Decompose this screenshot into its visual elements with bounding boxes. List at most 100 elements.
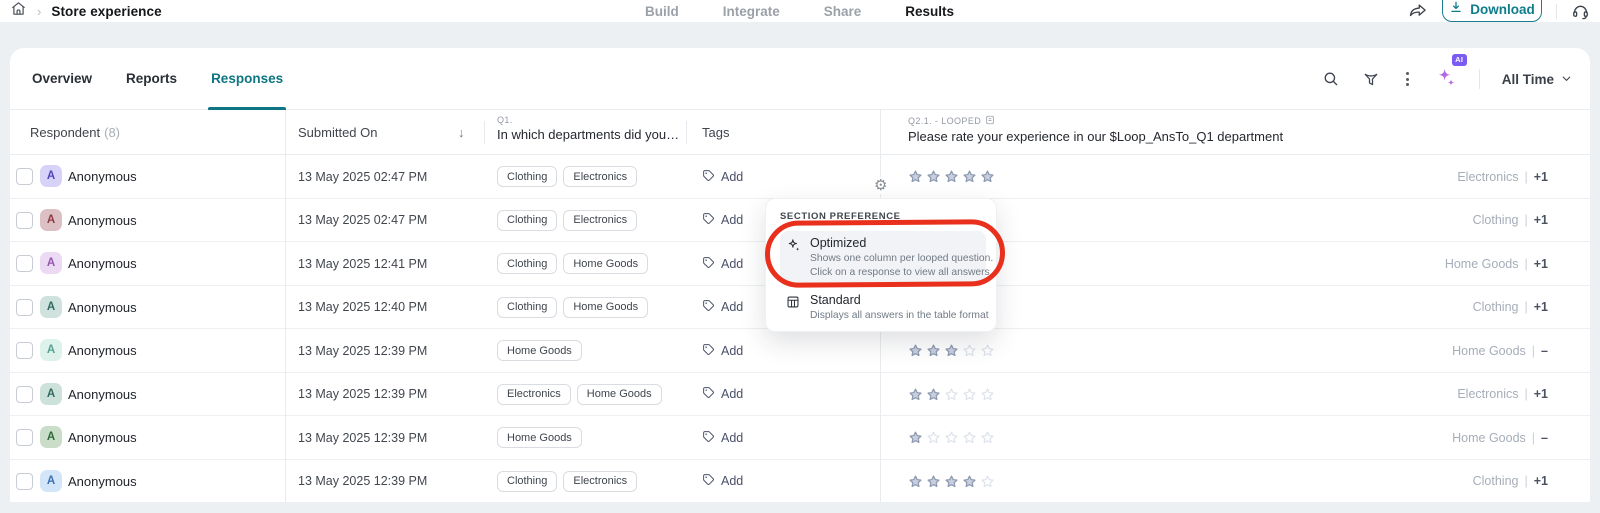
popup-option-optimized[interactable]: OptimizedShows one column per looped que… xyxy=(780,231,986,286)
table-row[interactable]: AAnonymous13 May 2025 12:39 PMHome Goods… xyxy=(10,329,1590,373)
tab-overview[interactable]: Overview xyxy=(32,48,92,110)
department-chip: Electronics xyxy=(563,210,637,231)
row-checkbox[interactable] xyxy=(16,212,33,229)
avatar: A xyxy=(40,296,62,318)
results-card: Overview Reports Responses AI All Time xyxy=(10,48,1590,503)
breadcrumb-separator-icon: › xyxy=(37,4,41,19)
avatar: A xyxy=(40,165,62,187)
share-icon[interactable] xyxy=(1408,1,1428,21)
row-checkbox[interactable] xyxy=(16,429,33,446)
department-chips: Home Goods xyxy=(497,329,582,373)
looped-answer-cell[interactable]: Clothing|+1 xyxy=(1473,199,1548,243)
avatar: A xyxy=(40,339,62,361)
answer-extra-count: +1 xyxy=(1534,474,1548,488)
looped-answer-cell[interactable]: Home Goods|+1 xyxy=(1445,242,1548,286)
more-options-icon[interactable] xyxy=(1402,70,1413,88)
department-chip: Home Goods xyxy=(563,297,648,318)
tab-reports[interactable]: Reports xyxy=(126,48,177,110)
column-tags: Tags xyxy=(702,110,729,155)
row-checkbox[interactable] xyxy=(16,342,33,359)
rating-stars[interactable] xyxy=(908,416,995,460)
looped-answer-cell[interactable]: Electronics|+1 xyxy=(1457,155,1548,199)
department-chip: Home Goods xyxy=(497,427,582,448)
row-checkbox[interactable] xyxy=(16,168,33,185)
toolbar-divider xyxy=(1479,69,1480,89)
filter-icon[interactable] xyxy=(1362,70,1380,88)
looped-answer-cell[interactable]: Clothing|+1 xyxy=(1473,460,1548,504)
add-tag-button[interactable]: Add xyxy=(702,242,743,286)
department-chips: ClothingHome Goods xyxy=(497,242,648,286)
department-chip: Electronics xyxy=(563,471,637,492)
table-row[interactable]: AAnonymous13 May 2025 12:39 PMHome Goods… xyxy=(10,416,1590,460)
topbar-actions: Download xyxy=(1408,0,1590,22)
search-icon[interactable] xyxy=(1322,70,1340,88)
chevron-down-icon xyxy=(1561,72,1572,87)
rating-stars[interactable] xyxy=(908,460,995,504)
department-chips: ClothingElectronics xyxy=(497,155,637,199)
department-chips: Home Goods xyxy=(497,416,582,460)
submitted-on-value: 13 May 2025 12:39 PM xyxy=(298,373,427,417)
submitted-on-value: 13 May 2025 12:39 PM xyxy=(298,416,427,460)
tag-icon xyxy=(702,343,715,359)
add-tag-button[interactable]: Add xyxy=(702,199,743,243)
add-tag-button[interactable]: Add xyxy=(702,286,743,330)
answer-label: Clothing xyxy=(1473,213,1519,227)
avatar: A xyxy=(40,426,62,448)
popup-option-standard[interactable]: StandardDisplays all answers in the tabl… xyxy=(780,288,986,329)
row-checkbox[interactable] xyxy=(16,255,33,272)
department-chip: Home Goods xyxy=(563,253,648,274)
column-respondent: Respondent (8) xyxy=(30,110,120,155)
add-tag-label: Add xyxy=(721,474,743,488)
table-row[interactable]: AAnonymous13 May 2025 12:39 PMElectronic… xyxy=(10,373,1590,417)
add-tag-button[interactable]: Add xyxy=(702,329,743,373)
add-tag-label: Add xyxy=(721,300,743,314)
row-checkbox[interactable] xyxy=(16,299,33,316)
submitted-on-value: 13 May 2025 02:47 PM xyxy=(298,199,427,243)
rating-stars[interactable] xyxy=(908,155,995,199)
time-filter-dropdown[interactable]: All Time xyxy=(1502,72,1572,87)
nav-integrate[interactable]: Integrate xyxy=(723,4,780,19)
department-chip: Clothing xyxy=(497,471,557,492)
option-label: Standard xyxy=(810,293,980,307)
looped-icon xyxy=(985,115,995,127)
answer-label: Electronics xyxy=(1457,387,1518,401)
row-checkbox[interactable] xyxy=(16,473,33,490)
ai-insights-icon[interactable]: AI xyxy=(1435,66,1457,93)
nav-build[interactable]: Build xyxy=(645,4,679,19)
row-checkbox[interactable] xyxy=(16,386,33,403)
table-header: Respondent (8) Submitted On ↓ Q1. In whi… xyxy=(10,110,1590,155)
add-tag-button[interactable]: Add xyxy=(702,416,743,460)
looped-answer-cell[interactable]: Home Goods|– xyxy=(1452,329,1548,373)
home-icon[interactable] xyxy=(10,0,27,22)
tab-responses[interactable]: Responses xyxy=(211,48,283,110)
answer-extra-count: +1 xyxy=(1534,257,1548,271)
topbar-nav: Build Integrate Share Results xyxy=(645,0,954,22)
tag-icon xyxy=(702,386,715,402)
nav-results[interactable]: Results xyxy=(905,4,954,19)
looped-answer-cell[interactable]: Clothing|+1 xyxy=(1473,286,1548,330)
add-tag-button[interactable]: Add xyxy=(702,373,743,417)
department-chips: ClothingHome Goods xyxy=(497,286,648,330)
department-chip: Home Goods xyxy=(497,340,582,361)
sort-descending-icon[interactable]: ↓ xyxy=(458,110,465,155)
looped-answer-cell[interactable]: Electronics|+1 xyxy=(1457,373,1548,417)
submitted-on-value: 13 May 2025 12:41 PM xyxy=(298,242,427,286)
headset-icon[interactable] xyxy=(1571,2,1590,21)
add-tag-button[interactable]: Add xyxy=(702,460,743,504)
answer-label: Home Goods xyxy=(1445,257,1519,271)
rating-stars[interactable] xyxy=(908,329,995,373)
sparkle-icon xyxy=(786,238,801,258)
rating-stars[interactable] xyxy=(908,373,995,417)
page-bottom-gap xyxy=(0,503,1600,513)
add-tag-button[interactable]: Add xyxy=(702,155,743,199)
table-row[interactable]: AAnonymous13 May 2025 02:47 PMClothingEl… xyxy=(10,155,1590,199)
looped-answer-cell[interactable]: Home Goods|– xyxy=(1452,416,1548,460)
nav-share[interactable]: Share xyxy=(824,4,862,19)
responses-toolbar: AI All Time xyxy=(1322,48,1572,110)
answer-label: Home Goods xyxy=(1452,344,1526,358)
section-preference-popup: SECTION PREFERENCE OptimizedShows one co… xyxy=(765,198,997,332)
download-button[interactable]: Download xyxy=(1442,0,1542,22)
section-settings-gear-icon[interactable]: ⚙ xyxy=(872,177,889,194)
answer-extra-count: – xyxy=(1541,344,1548,358)
table-row[interactable]: AAnonymous13 May 2025 12:39 PMClothingEl… xyxy=(10,460,1590,504)
